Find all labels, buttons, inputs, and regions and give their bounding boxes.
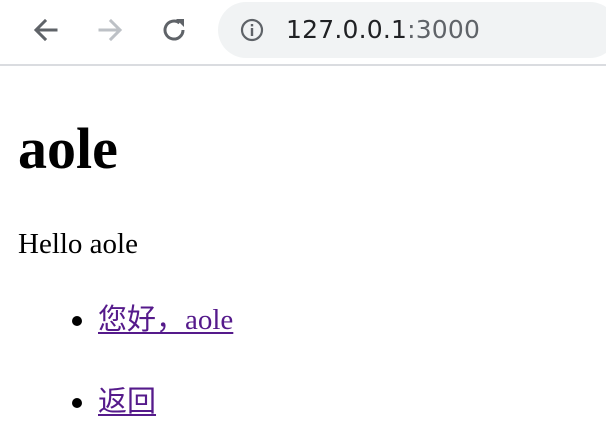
page-paragraph: Hello aole [18, 228, 138, 260]
reload-button[interactable] [154, 10, 194, 50]
url-port: :3000 [407, 15, 481, 44]
browser-toolbar: 127.0.0.1:3000 [0, 0, 606, 66]
info-icon[interactable] [240, 18, 264, 42]
url-host: 127.0.0.1 [286, 15, 408, 44]
bullet-icon [72, 398, 82, 408]
reload-icon [163, 19, 185, 41]
forward-arrow-icon [98, 18, 123, 42]
back-link[interactable]: 返回 [98, 382, 156, 422]
page-content: aole Hello aole 您好，aole 返回 [0, 66, 606, 442]
list-item: 您好，aole [0, 300, 360, 340]
bullet-icon [72, 316, 82, 326]
greeting-link[interactable]: 您好，aole [98, 300, 233, 340]
back-arrow-icon [33, 18, 58, 42]
page-heading: aole [18, 116, 118, 181]
list-item: 返回 [0, 382, 360, 422]
url-text[interactable]: 127.0.0.1:3000 [286, 15, 480, 45]
address-bar[interactable]: 127.0.0.1:3000 [218, 2, 606, 58]
forward-button[interactable] [90, 10, 130, 50]
back-button[interactable] [26, 10, 66, 50]
